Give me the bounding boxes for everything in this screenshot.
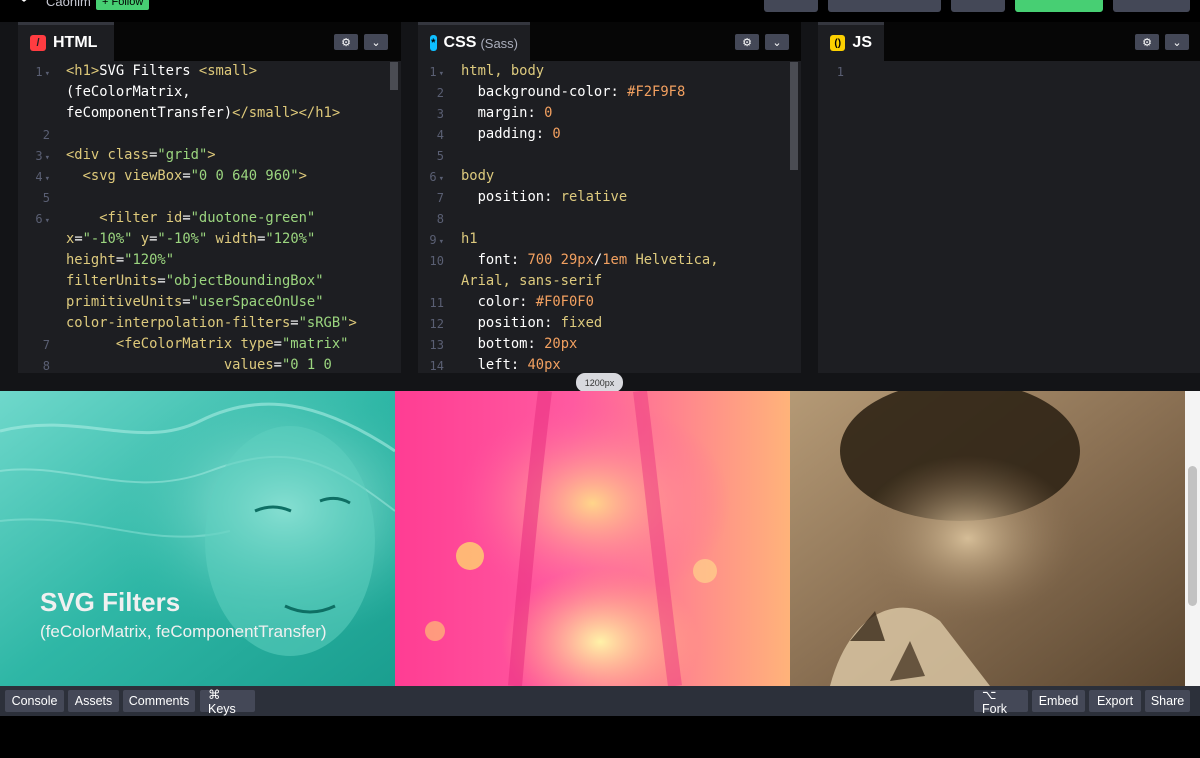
code-line: <div class="grid">: [66, 147, 216, 163]
toolbar-button-1[interactable]: [764, 0, 818, 12]
toolbar-button-2[interactable]: [828, 0, 941, 12]
gear-icon[interactable]: ⚙: [735, 34, 759, 50]
js-panel-header: () JS ⚙ ⌄: [818, 22, 1200, 61]
code-line: background-color: #F2F9F8: [461, 84, 686, 100]
code-line: <h1>SVG Filters <small>: [66, 63, 258, 79]
toolbar-button-5[interactable]: [1113, 0, 1190, 12]
code-line: position: fixed: [461, 315, 603, 331]
braces-icon: (): [830, 35, 846, 51]
preview-scroll-thumb[interactable]: [1188, 466, 1197, 606]
gear-icon[interactable]: ⚙: [1135, 34, 1159, 50]
js-code[interactable]: 1: [818, 61, 1200, 373]
console-button[interactable]: Console: [5, 690, 64, 712]
editors-area: / HTML ⚙ ⌄ 1 ▾ 2 3 ▾ 4 ▾ 5 6 ▾ 7 8 <h1>SVG F…: [0, 22, 1200, 373]
code-line: feComponentTransfer)</small></h1>: [66, 105, 341, 121]
html-panel-header: / HTML ⚙ ⌄: [18, 22, 401, 61]
code-line: left: 40px: [461, 357, 561, 373]
code-line: values="0 1 0: [66, 357, 332, 373]
asterisk-icon: *: [430, 35, 437, 51]
html-tab[interactable]: / HTML: [18, 22, 114, 61]
code-line: primitiveUnits="userSpaceOnUse": [66, 294, 324, 310]
chevron-down-icon[interactable]: ⌄: [364, 34, 388, 50]
keys-button[interactable]: ⌘ Keys: [200, 688, 255, 716]
css-preprocessor-label: (Sass): [480, 35, 518, 51]
code-line: <filter id="duotone-green": [66, 210, 316, 226]
code-line: (feColorMatrix,: [66, 84, 191, 100]
author-name[interactable]: Caonim: [46, 0, 91, 9]
code-line: <svg viewBox="0 0 640 960">: [66, 168, 307, 184]
css-tab-title: CSS: [443, 34, 477, 51]
css-editor-panel: * CSS (Sass) ⚙ ⌄ 1 ▾ 2 3 4 5 6 ▾ 7 8 9 ▾ 10…: [418, 22, 801, 373]
bottom-bar: Console Assets Comments ⌘ Keys ⌥ Fork Em…: [0, 686, 1200, 716]
follow-button[interactable]: + Follow: [96, 0, 150, 10]
preview-width-label: 1200px: [576, 373, 623, 392]
code-line: Arial, sans-serif: [461, 273, 603, 289]
css-editor-scrollbar[interactable]: [790, 62, 798, 170]
html-editor-panel: / HTML ⚙ ⌄ 1 ▾ 2 3 ▾ 4 ▾ 5 6 ▾ 7 8 <h1>SVG F…: [18, 22, 401, 373]
code-line: font: 700 29px/1em Helvetica,: [461, 252, 719, 268]
js-editor-panel: () JS ⚙ ⌄ 1: [818, 22, 1200, 373]
code-line: <feColorMatrix type="matrix": [66, 336, 349, 352]
code-line: h1: [461, 231, 478, 247]
code-line: position: relative: [461, 189, 628, 205]
js-tab-title: JS: [852, 34, 872, 51]
page-background: [0, 716, 1200, 758]
preview-subtitle: (feColorMatrix, feComponentTransfer): [40, 622, 327, 641]
html-code[interactable]: 1 ▾ 2 3 ▾ 4 ▾ 5 6 ▾ 7 8 <h1>SVG Filters <sma…: [18, 61, 401, 373]
sepia-photo: [790, 391, 1185, 686]
code-line: color: #F0F0F0: [461, 294, 594, 310]
codepen-logo-icon[interactable]: [14, 0, 34, 8]
comments-button[interactable]: Comments: [123, 690, 195, 712]
preview-pane: SVG Filters (feColorMatrix, feComponentT…: [0, 391, 1200, 686]
code-line: x="-10%" y="-10%" width="120%": [66, 231, 316, 247]
top-bar: Caonim + Follow: [0, 0, 1200, 22]
duotone-pink-photo: [395, 391, 790, 686]
preview-title: SVG Filters: [40, 587, 181, 617]
code-line: padding: 0: [461, 126, 561, 142]
code-line: height="120%": [66, 252, 174, 268]
html-editor-scrollbar[interactable]: [390, 62, 398, 90]
fork-button[interactable]: ⌥ Fork: [974, 688, 1028, 716]
slash-icon: /: [30, 35, 46, 51]
toolbar-button-3[interactable]: [951, 0, 1005, 12]
export-button[interactable]: Export: [1089, 690, 1141, 712]
js-tab[interactable]: () JS: [818, 22, 884, 61]
embed-button[interactable]: Embed: [1032, 690, 1085, 712]
share-button[interactable]: Share: [1145, 690, 1190, 712]
save-button[interactable]: [1015, 0, 1103, 12]
code-line: filterUnits="objectBoundingBox": [66, 273, 324, 289]
code-line: bottom: 20px: [461, 336, 578, 352]
code-line: html, body: [461, 63, 545, 79]
chevron-down-icon[interactable]: ⌄: [1165, 34, 1189, 50]
css-code[interactable]: 1 ▾ 2 3 4 5 6 ▾ 7 8 9 ▾ 10 11 12 13 14 html…: [418, 61, 801, 373]
css-tab[interactable]: * CSS (Sass): [418, 22, 530, 61]
assets-button[interactable]: Assets: [68, 690, 119, 712]
gear-icon[interactable]: ⚙: [334, 34, 358, 50]
html-tab-title: HTML: [53, 34, 98, 51]
chevron-down-icon[interactable]: ⌄: [765, 34, 789, 50]
css-panel-header: * CSS (Sass) ⚙ ⌄: [418, 22, 801, 61]
code-line: color-interpolation-filters="sRGB">: [66, 315, 357, 331]
code-line: body: [461, 168, 495, 184]
code-line: margin: 0: [461, 105, 553, 121]
